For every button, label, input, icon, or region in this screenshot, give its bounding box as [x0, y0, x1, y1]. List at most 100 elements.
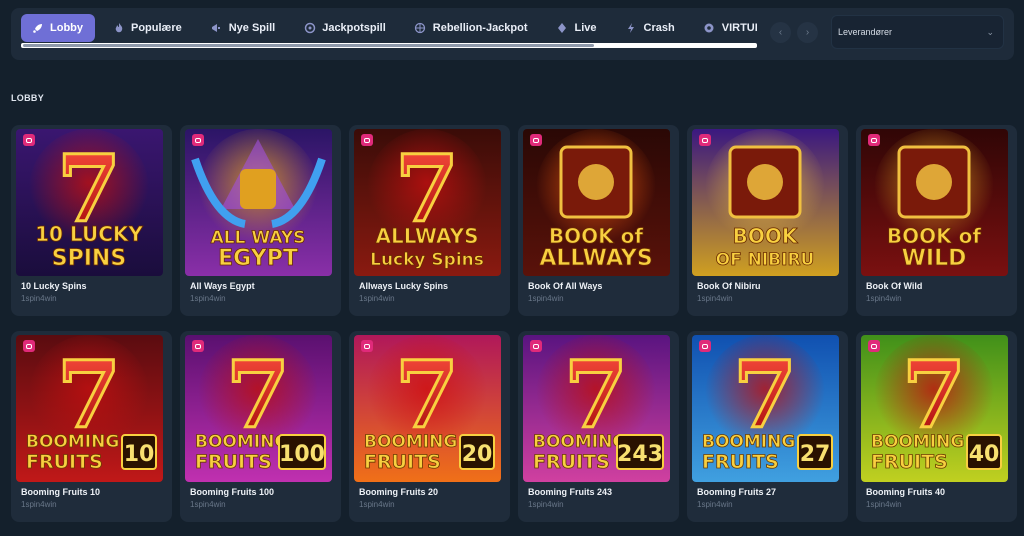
- scroll-left-button[interactable]: ‹: [770, 22, 791, 43]
- provider-badge-icon: [699, 340, 711, 352]
- game-title: Book Of Nibiru: [697, 281, 761, 291]
- flame-icon: [112, 22, 125, 35]
- section-title: LOBBY: [11, 93, 44, 103]
- ball-icon: [703, 22, 716, 35]
- game-card[interactable]: 7 BOOMING FRUITS 243 Booming Fruits 243 1sp…: [518, 331, 679, 522]
- game-title: Book Of All Ways: [528, 281, 603, 291]
- game-card[interactable]: 7 BOOMING FRUITS 20 Booming Fruits 20 1spin…: [349, 331, 510, 522]
- game-title: Booming Fruits 40: [866, 487, 946, 497]
- tab-crash[interactable]: Crash: [614, 14, 686, 42]
- tab-label: Crash: [643, 22, 675, 34]
- diamond-icon: [556, 22, 569, 35]
- scrollbar-thumb[interactable]: [23, 44, 594, 47]
- svg-text:FRUITS: FRUITS: [364, 451, 441, 473]
- svg-text:10: 10: [124, 442, 155, 467]
- rocket-icon: [31, 22, 44, 35]
- tab-jackpotspill[interactable]: Jackpotspill: [292, 14, 397, 42]
- svg-text:BOOMING: BOOMING: [364, 432, 457, 452]
- provider-badge-icon: [530, 134, 542, 146]
- tab-lobby[interactable]: Lobby: [21, 14, 95, 42]
- svg-text:FRUITS: FRUITS: [871, 451, 948, 473]
- game-title: Allways Lucky Spins: [359, 281, 449, 291]
- game-thumbnail[interactable]: BOOK of ALLWAYS: [523, 129, 670, 276]
- game-card[interactable]: BOOK OF NIBIRU Book Of Nibiru 1spin4win: [687, 125, 848, 316]
- game-thumbnail[interactable]: 7 10 LUCKY SPINS: [16, 129, 163, 276]
- game-provider: 1spin4win: [866, 294, 902, 303]
- game-provider: 1spin4win: [190, 294, 226, 303]
- globe-icon: [414, 22, 427, 35]
- provider-badge-icon: [530, 340, 542, 352]
- scroll-right-button[interactable]: ›: [797, 22, 818, 43]
- tab-nye-spill[interactable]: Nye Spill: [199, 14, 286, 42]
- game-card[interactable]: 7 BOOMING FRUITS 27 Booming Fruits 27 1spin…: [687, 331, 848, 522]
- svg-text:ALLWAYS: ALLWAYS: [539, 246, 652, 271]
- tab-label: Rebellion-Jackpot: [432, 22, 528, 34]
- game-provider: 1spin4win: [21, 294, 57, 303]
- game-thumbnail[interactable]: BOOK OF NIBIRU: [692, 129, 839, 276]
- tab-label: VIRTUELL SPO: [721, 22, 757, 34]
- game-thumbnail[interactable]: 7 BOOMING FRUITS 10: [16, 335, 163, 482]
- game-provider: 1spin4win: [528, 500, 564, 509]
- svg-text:EGYPT: EGYPT: [218, 246, 298, 271]
- game-title: 10 Lucky Spins: [21, 281, 87, 291]
- tab-label: Lobby: [50, 22, 83, 34]
- svg-text:BOOMING: BOOMING: [26, 432, 119, 452]
- tab-virtuell-spo[interactable]: VIRTUELL SPO: [692, 14, 757, 42]
- svg-text:FRUITS: FRUITS: [702, 451, 779, 473]
- game-thumbnail[interactable]: 7 BOOMING FRUITS 100: [185, 335, 332, 482]
- provider-select-label: Leverandører: [838, 27, 893, 37]
- svg-text:BOOK of: BOOK of: [549, 224, 643, 248]
- provider-select[interactable]: Leverandører ⌄: [831, 15, 1004, 49]
- provider-badge-icon: [23, 340, 35, 352]
- game-card[interactable]: ALL WAYS EGYPT All Ways Egypt 1spin4win: [180, 125, 341, 316]
- game-card[interactable]: 7 BOOMING FRUITS 10 Booming Fruits 10 1spin…: [11, 331, 172, 522]
- tab-popul-re[interactable]: Populære: [101, 14, 193, 42]
- provider-badge-icon: [192, 340, 204, 352]
- svg-text:Lucky Spins: Lucky Spins: [370, 250, 484, 270]
- game-card[interactable]: 7 BOOMING FRUITS 40 Booming Fruits 40 1spin…: [856, 331, 1017, 522]
- game-card[interactable]: 7 ALLWAYS Lucky Spins Allways Lucky Spins 1…: [349, 125, 510, 316]
- tab-live[interactable]: Live: [545, 14, 608, 42]
- svg-text:27: 27: [800, 442, 831, 467]
- game-title: Booming Fruits 243: [528, 487, 613, 497]
- game-thumbnail[interactable]: BOOK of WILD: [861, 129, 1008, 276]
- chevron-right-icon: ›: [805, 27, 810, 38]
- svg-text:BOOMING: BOOMING: [702, 432, 795, 452]
- svg-text:BOOK: BOOK: [733, 224, 799, 248]
- tab-label: Jackpotspill: [322, 22, 386, 34]
- category-tabs: Lobby Populære Nye Spill Jackpotspill Rebell…: [21, 14, 757, 42]
- game-card[interactable]: BOOK of ALLWAYS Book Of All Ways 1spin4win: [518, 125, 679, 316]
- coin-icon: [303, 22, 316, 35]
- game-provider: 1spin4win: [359, 294, 395, 303]
- game-title: Booming Fruits 100: [190, 487, 275, 497]
- lightning-icon: [625, 22, 638, 35]
- game-title: All Ways Egypt: [190, 281, 255, 291]
- provider-badge-icon: [868, 340, 880, 352]
- game-thumbnail[interactable]: 7 BOOMING FRUITS 40: [861, 335, 1008, 482]
- svg-text:SPINS: SPINS: [52, 246, 126, 271]
- svg-text:BOOK of: BOOK of: [887, 224, 981, 248]
- game-card[interactable]: BOOK of WILD Book Of Wild 1spin4win: [856, 125, 1017, 316]
- category-scrollbar[interactable]: [21, 43, 757, 48]
- game-thumbnail[interactable]: 7 ALLWAYS Lucky Spins: [354, 129, 501, 276]
- game-thumbnail[interactable]: 7 BOOMING FRUITS 243: [523, 335, 670, 482]
- game-provider: 1spin4win: [528, 294, 564, 303]
- svg-text:243: 243: [617, 442, 663, 467]
- game-provider: 1spin4win: [697, 500, 733, 509]
- game-thumbnail[interactable]: 7 BOOMING FRUITS 27: [692, 335, 839, 482]
- svg-text:BOOMING: BOOMING: [871, 432, 964, 452]
- svg-text:ALL WAYS: ALL WAYS: [211, 228, 306, 248]
- game-title: Booming Fruits 20: [359, 487, 439, 497]
- game-provider: 1spin4win: [359, 500, 395, 509]
- svg-text:100: 100: [279, 442, 325, 467]
- tab-label: Populære: [131, 22, 182, 34]
- game-thumbnail[interactable]: 7 BOOMING FRUITS 20: [354, 335, 501, 482]
- svg-text:WILD: WILD: [902, 246, 967, 271]
- game-thumbnail[interactable]: ALL WAYS EGYPT: [185, 129, 332, 276]
- tab-rebellion-jackpot[interactable]: Rebellion-Jackpot: [403, 14, 539, 42]
- game-card[interactable]: 7 BOOMING FRUITS 100 Booming Fruits 100 1sp…: [180, 331, 341, 522]
- chevron-left-icon: ‹: [778, 27, 783, 38]
- game-card[interactable]: 7 10 LUCKY SPINS 10 Lucky Spins 1spin4win: [11, 125, 172, 316]
- game-provider: 1spin4win: [21, 500, 57, 509]
- game-provider: 1spin4win: [866, 500, 902, 509]
